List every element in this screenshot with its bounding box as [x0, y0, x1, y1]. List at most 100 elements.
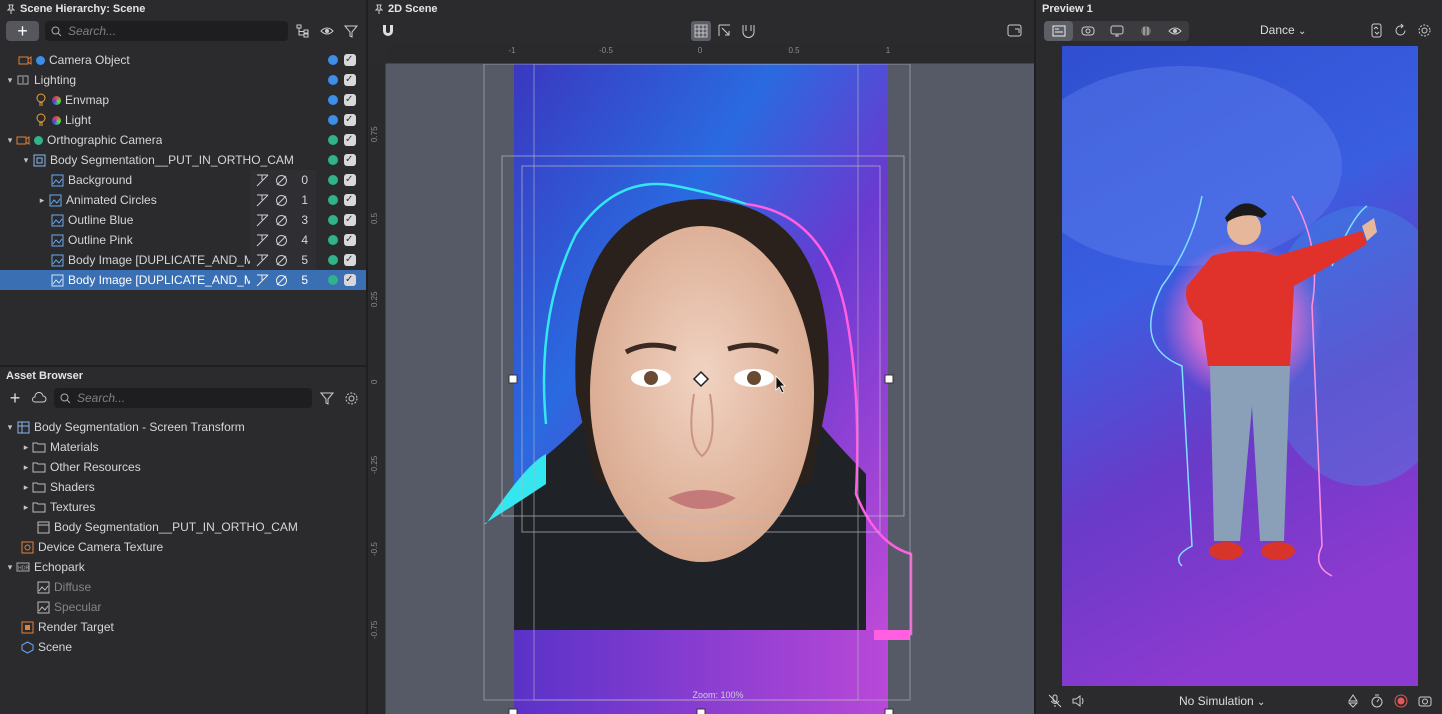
hierarchy-row-orthographic-camera[interactable]: ▾ Orthographic Camera	[0, 130, 366, 150]
render-order-number[interactable]: 3	[294, 210, 308, 230]
enabled-checkbox[interactable]	[344, 90, 356, 110]
resize-handle-bottom-right[interactable]	[884, 708, 894, 714]
hierarchy-row-outline-blue[interactable]: Outline Blue 3	[0, 210, 366, 230]
visibility-dot[interactable]	[328, 95, 338, 105]
hierarchy-row-outline-pink[interactable]: Outline Pink 4	[0, 230, 366, 250]
eye-icon[interactable]	[318, 22, 336, 40]
render-order-number[interactable]: 5	[294, 270, 308, 290]
asset-row-screen-transform[interactable]: ▾ Body Segmentation - Screen Transform	[0, 417, 366, 437]
asset-row-body-segmentation-prefab[interactable]: Body Segmentation__PUT_IN_ORTHO_CAM	[0, 517, 366, 537]
resize-handle-right[interactable]	[884, 374, 894, 384]
record-icon[interactable]	[1394, 694, 1408, 708]
device-preview-icon[interactable]	[1007, 23, 1022, 38]
visibility-dot[interactable]	[328, 75, 338, 85]
asset-row-device-camera-texture[interactable]: Device Camera Texture	[0, 537, 366, 557]
timer-icon[interactable]	[1370, 694, 1384, 708]
visibility-dot[interactable]	[328, 275, 338, 285]
pin-icon[interactable]	[374, 4, 384, 14]
asset-row-echopark[interactable]: ▾ HDR Echopark	[0, 557, 366, 577]
enabled-checkbox[interactable]	[344, 130, 356, 150]
preview-canvas[interactable]	[1062, 46, 1418, 686]
mask-off-icon[interactable]	[275, 214, 288, 227]
enabled-checkbox[interactable]	[344, 230, 356, 250]
reset-icon[interactable]	[1393, 23, 1408, 38]
visibility-dot[interactable]	[328, 175, 338, 185]
resize-handle-bottom[interactable]	[696, 708, 706, 714]
visibility-dot[interactable]	[328, 155, 338, 165]
speaker-icon[interactable]	[1072, 694, 1086, 708]
grid-snap-icon[interactable]	[691, 21, 711, 41]
scene-canvas[interactable]	[386, 64, 1034, 714]
visibility-mode-icon[interactable]	[1160, 21, 1189, 41]
visibility-dot[interactable]	[328, 55, 338, 65]
scene-2d-viewport[interactable]: Zoom: 100%	[386, 64, 1034, 714]
chevron-right-icon[interactable]: ▸	[20, 501, 32, 513]
render-order-number[interactable]: 4	[294, 230, 308, 250]
sync-icon[interactable]	[1369, 23, 1384, 38]
chevron-down-icon[interactable]: ▾	[4, 74, 16, 86]
asset-row-shaders[interactable]: ▸ Shaders	[0, 477, 366, 497]
chevron-right-icon[interactable]: ▸	[20, 441, 32, 453]
hierarchy-row-envmap[interactable]: Envmap	[0, 90, 366, 110]
chevron-down-icon[interactable]: ▾	[4, 561, 16, 573]
hierarchy-row-camera-object[interactable]: Camera Object	[0, 50, 366, 70]
asset-row-materials[interactable]: ▸ Materials	[0, 437, 366, 457]
mask-off-icon[interactable]	[275, 234, 288, 247]
visibility-dot[interactable]	[328, 115, 338, 125]
split-mode-icon[interactable]	[1131, 21, 1160, 41]
resize-handle-left[interactable]	[508, 374, 518, 384]
stretch-icon[interactable]	[256, 214, 269, 227]
enabled-checkbox[interactable]	[344, 170, 356, 190]
visibility-dot[interactable]	[328, 135, 338, 145]
enabled-checkbox[interactable]	[344, 70, 356, 90]
simulation-dropdown[interactable]: No Simulation ⌄	[1179, 694, 1265, 708]
recycle-icon[interactable]	[1346, 694, 1360, 708]
camera-mode-icon[interactable]	[1073, 21, 1102, 41]
lens-dropdown[interactable]: Dance ⌄	[1260, 23, 1306, 37]
hierarchy-row-animated-circles[interactable]: ▸ Animated Circles 1	[0, 190, 366, 210]
mask-off-icon[interactable]	[275, 174, 288, 187]
asset-row-render-target[interactable]: Render Target	[0, 617, 366, 637]
add-object-button[interactable]: +	[6, 21, 39, 41]
asset-row-other-resources[interactable]: ▸ Other Resources	[0, 457, 366, 477]
render-order-number[interactable]: 0	[294, 170, 308, 190]
resize-handle-bottom-left[interactable]	[508, 708, 518, 714]
magnet-icon[interactable]	[380, 23, 396, 39]
stretch-icon[interactable]	[256, 274, 269, 287]
hierarchy-row-light[interactable]: Light	[0, 110, 366, 130]
hierarchy-row-body-image-selected[interactable]: Body Image [DUPLICATE_AND_MO 5	[0, 270, 366, 290]
enabled-checkbox[interactable]	[344, 270, 356, 290]
enabled-checkbox[interactable]	[344, 210, 356, 230]
stretch-icon[interactable]	[256, 254, 269, 267]
gear-icon[interactable]	[1417, 23, 1432, 38]
layout-safe-region-icon[interactable]	[741, 23, 756, 38]
render-order-number[interactable]: 5	[294, 250, 308, 270]
pin-icon[interactable]	[6, 4, 16, 14]
visibility-dot[interactable]	[328, 195, 338, 205]
screenshot-camera-icon[interactable]	[1418, 694, 1432, 708]
stretch-icon[interactable]	[256, 194, 269, 207]
mask-off-icon[interactable]	[275, 274, 288, 287]
enabled-checkbox[interactable]	[344, 150, 356, 170]
pin-to-edge-icon[interactable]	[717, 23, 732, 38]
asset-search-input[interactable]: Search...	[54, 388, 312, 408]
hierarchy-row-background[interactable]: Background 0	[0, 170, 366, 190]
enabled-checkbox[interactable]	[344, 250, 356, 270]
visibility-dot[interactable]	[328, 255, 338, 265]
enabled-checkbox[interactable]	[344, 110, 356, 130]
asset-row-diffuse[interactable]: Diffuse	[0, 577, 366, 597]
preview-image-mode-icon[interactable]	[1044, 21, 1073, 41]
hierarchy-tree-icon[interactable]	[294, 22, 312, 40]
filter-icon[interactable]	[342, 22, 360, 40]
render-order-number[interactable]: 1	[294, 190, 308, 210]
chevron-down-icon[interactable]: ▾	[4, 421, 16, 433]
hierarchy-row-lighting[interactable]: ▾ Lighting	[0, 70, 366, 90]
enabled-checkbox[interactable]	[344, 50, 356, 70]
chevron-right-icon[interactable]: ▸	[20, 461, 32, 473]
filter-icon[interactable]	[318, 389, 336, 407]
hierarchy-row-body-segmentation[interactable]: ▾ Body Segmentation__PUT_IN_ORTHO_CAM	[0, 150, 366, 170]
mic-off-icon[interactable]	[1048, 694, 1062, 708]
hierarchy-search-input[interactable]: Search...	[45, 21, 288, 41]
hierarchy-row-body-image[interactable]: Body Image [DUPLICATE_AND_MO 5	[0, 250, 366, 270]
monitor-mode-icon[interactable]	[1102, 21, 1131, 41]
